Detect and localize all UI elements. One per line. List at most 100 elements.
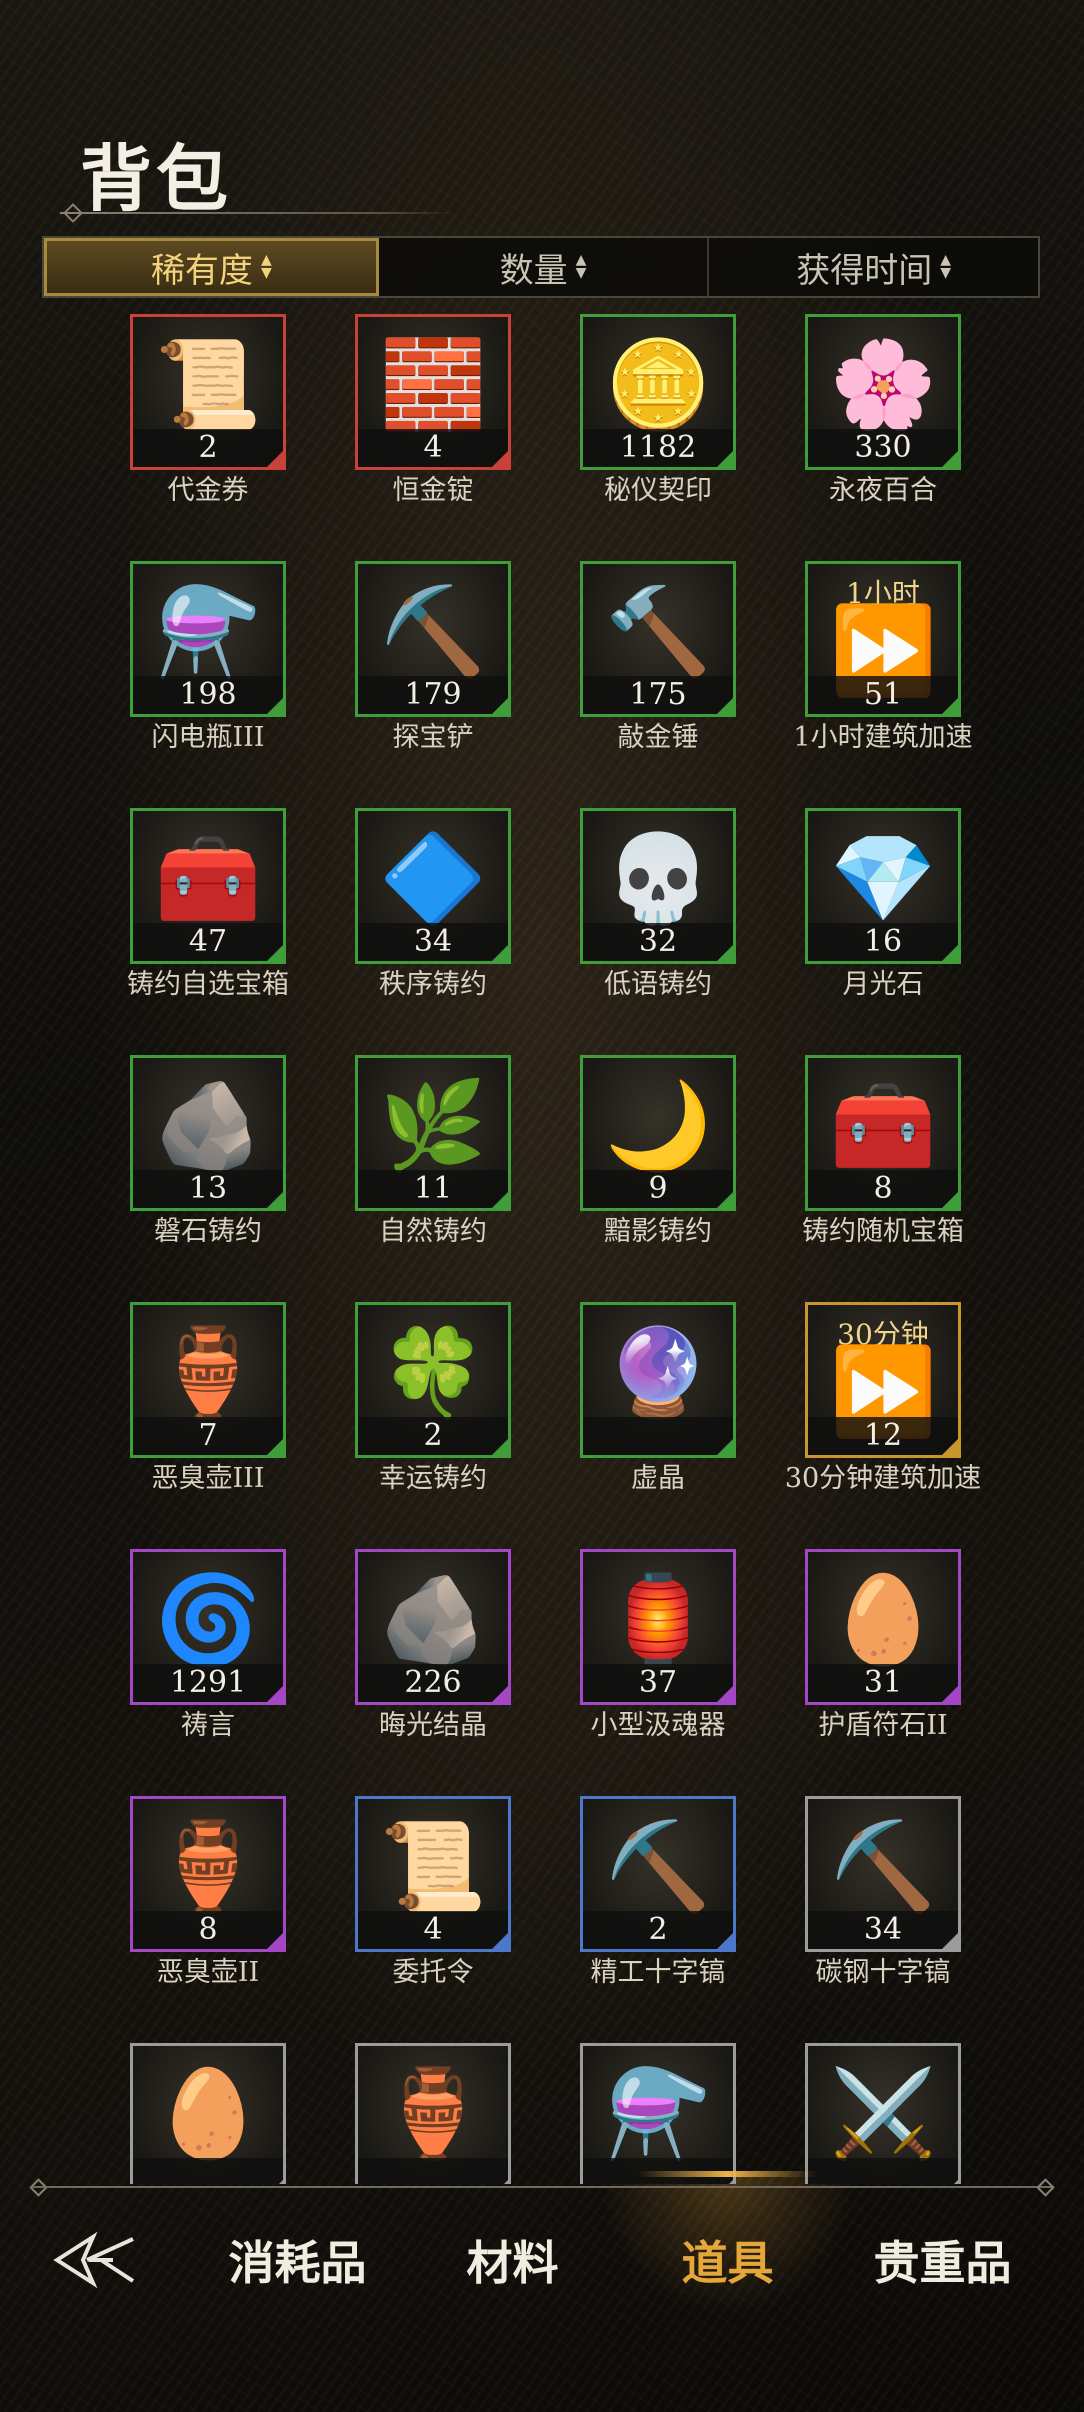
inventory-item[interactable]: 🌀 1291 祷言 bbox=[123, 1549, 293, 1743]
item-frame[interactable]: ⛏️ 34 bbox=[805, 1796, 961, 1952]
item-count: 198 bbox=[179, 677, 237, 712]
inventory-item[interactable]: 🌸 330 永夜百合 bbox=[798, 314, 968, 508]
item-frame[interactable]: 30分钟 ⏩ 12 bbox=[805, 1302, 961, 1458]
inventory-item[interactable]: 🪙 1182 秘仪契印 bbox=[573, 314, 743, 508]
inventory-item[interactable]: 1小时 ⏩ 51 1小时建筑加速 bbox=[793, 561, 973, 755]
inventory-item[interactable]: 🧰 47 铸约自选宝箱 bbox=[123, 808, 293, 1002]
item-frame[interactable]: ⛏️ 179 bbox=[355, 561, 511, 717]
item-frame[interactable]: 🌀 1291 bbox=[130, 1549, 286, 1705]
rarity-corner bbox=[267, 698, 283, 714]
item-name: 精工十字镐 bbox=[590, 1957, 726, 1988]
rarity-corner bbox=[717, 1439, 733, 1455]
item-frame[interactable]: 🌸 330 bbox=[805, 314, 961, 470]
item-frame[interactable]: ⛏️ 2 bbox=[580, 1796, 736, 1952]
item-frame[interactable]: 🌿 11 bbox=[355, 1055, 511, 1211]
page-title: 背包 bbox=[80, 136, 233, 221]
tab-materials[interactable]: 材料 bbox=[405, 2227, 620, 2293]
item-frame[interactable]: ⚔️ bbox=[805, 2043, 961, 2184]
sort-by-quantity-tab[interactable]: 数量 ▲ ▼ bbox=[379, 238, 710, 296]
item-frame[interactable]: 🔷 34 bbox=[355, 808, 511, 964]
bottom-nav: 消耗品 材料 道具 贵重品 bbox=[0, 2171, 1084, 2330]
item-frame[interactable]: 🧰 47 bbox=[130, 808, 286, 964]
inventory-item[interactable]: 📜 2 代金券 bbox=[123, 314, 293, 508]
item-count: 51 bbox=[863, 677, 903, 712]
inventory-item[interactable]: 🍀 2 幸运铸约 bbox=[348, 1302, 518, 1496]
rarity-corner bbox=[942, 2180, 958, 2184]
item-frame[interactable]: 1小时 ⏩ 51 bbox=[805, 561, 961, 717]
item-frame[interactable]: 🏺 bbox=[355, 2043, 511, 2184]
item-frame[interactable]: 🔮 bbox=[580, 1302, 736, 1458]
inventory-item[interactable]: 💀 32 低语铸约 bbox=[573, 808, 743, 1002]
nav-divider bbox=[30, 2186, 1054, 2188]
item-icon: 🍀 bbox=[379, 1322, 487, 1423]
inventory-item[interactable]: 🏮 37 小型汲魂器 bbox=[573, 1549, 743, 1743]
inventory-item[interactable]: 🌙 9 黯影铸约 bbox=[573, 1055, 743, 1249]
tab-consumables[interactable]: 消耗品 bbox=[190, 2227, 405, 2293]
inventory-item[interactable]: 🌿 11 自然铸约 bbox=[348, 1055, 518, 1249]
inventory-item[interactable]: 🧰 8 铸约随机宝箱 bbox=[798, 1055, 968, 1249]
item-count: 1291 bbox=[169, 1665, 247, 1700]
item-count: 9 bbox=[648, 1171, 668, 1206]
item-frame[interactable]: 🌙 9 bbox=[580, 1055, 736, 1211]
item-name: 月光石 bbox=[842, 969, 924, 1000]
item-frame[interactable]: 🪨 226 bbox=[355, 1549, 511, 1705]
inventory-item[interactable]: ⚔️ bbox=[798, 2043, 968, 2184]
item-frame[interactable]: ⚗️ 198 bbox=[130, 561, 286, 717]
inventory-item[interactable]: 🥚 bbox=[123, 2043, 293, 2184]
item-icon: ⛏️ bbox=[379, 581, 487, 682]
sort-by-acquired-time-tab[interactable]: 获得时间 ▲ ▼ bbox=[709, 238, 1038, 296]
inventory-item[interactable]: ⛏️ 2 精工十字镐 bbox=[573, 1796, 743, 1990]
inventory-item[interactable]: 📜 4 委托令 bbox=[348, 1796, 518, 1990]
item-frame[interactable]: 💀 32 bbox=[580, 808, 736, 964]
item-frame[interactable]: 📜 4 bbox=[355, 1796, 511, 1952]
inventory-item[interactable]: 🏺 bbox=[348, 2043, 518, 2184]
item-icon: 📜 bbox=[379, 1816, 487, 1917]
item-frame[interactable]: 🏮 37 bbox=[580, 1549, 736, 1705]
item-icon: 🧰 bbox=[829, 1075, 937, 1176]
item-frame[interactable]: 🥚 31 bbox=[805, 1549, 961, 1705]
inventory-item[interactable]: 🔷 34 秩序铸约 bbox=[348, 808, 518, 1002]
sort-arrows-icon: ▲ ▼ bbox=[260, 252, 272, 281]
inventory-item[interactable]: 🏺 8 恶臭壶II bbox=[123, 1796, 293, 1990]
rarity-corner bbox=[492, 1686, 508, 1702]
item-icon: 🔮 bbox=[604, 1322, 712, 1423]
tab-items[interactable]: 道具 bbox=[600, 2171, 855, 2317]
inventory-item[interactable]: ⛏️ 179 探宝铲 bbox=[348, 561, 518, 755]
item-frame[interactable]: 🥚 bbox=[130, 2043, 286, 2184]
inventory-item[interactable]: 🔮 虚晶 bbox=[573, 1302, 743, 1496]
item-frame[interactable]: 💎 16 bbox=[805, 808, 961, 964]
inventory-item[interactable]: 🥚 31 护盾符石II bbox=[798, 1549, 968, 1743]
inventory-item[interactable]: 🔨 175 敲金锤 bbox=[573, 561, 743, 755]
item-frame[interactable]: 🏺 8 bbox=[130, 1796, 286, 1952]
inventory-item[interactable]: 🪨 13 磐石铸约 bbox=[123, 1055, 293, 1249]
back-emblem-icon[interactable] bbox=[0, 2229, 190, 2291]
item-name: 恶臭壶II bbox=[156, 1957, 260, 1988]
inventory-item[interactable]: ⚗️ 198 闪电瓶III bbox=[123, 561, 293, 755]
rarity-corner bbox=[717, 1686, 733, 1702]
item-frame[interactable]: 🧰 8 bbox=[805, 1055, 961, 1211]
item-count: 13 bbox=[188, 1171, 228, 1206]
inventory-item[interactable]: 💎 16 月光石 bbox=[798, 808, 968, 1002]
rarity-corner bbox=[717, 698, 733, 714]
inventory-item[interactable]: 🏺 7 恶臭壶III bbox=[123, 1302, 293, 1496]
inventory-item[interactable]: 🧱 4 恒金锭 bbox=[348, 314, 518, 508]
item-frame[interactable]: 🪙 1182 bbox=[580, 314, 736, 470]
tab-valuables[interactable]: 贵重品 bbox=[835, 2227, 1050, 2293]
item-name: 护盾符石II bbox=[818, 1710, 948, 1741]
item-frame[interactable]: 📜 2 bbox=[130, 314, 286, 470]
item-frame[interactable]: 🍀 2 bbox=[355, 1302, 511, 1458]
inventory-item[interactable]: ⚗️ bbox=[573, 2043, 743, 2184]
rarity-corner bbox=[267, 2180, 283, 2184]
item-frame[interactable]: 🧱 4 bbox=[355, 314, 511, 470]
item-count: 7 bbox=[198, 1418, 218, 1453]
inventory-item[interactable]: ⛏️ 34 碳钢十字镐 bbox=[798, 1796, 968, 1990]
sort-by-rarity-tab[interactable]: 稀有度 ▲ ▼ bbox=[44, 238, 379, 296]
rarity-corner bbox=[492, 698, 508, 714]
item-frame[interactable]: 🔨 175 bbox=[580, 561, 736, 717]
item-frame[interactable]: ⚗️ bbox=[580, 2043, 736, 2184]
item-frame[interactable]: 🪨 13 bbox=[130, 1055, 286, 1211]
inventory-item[interactable]: 30分钟 ⏩ 12 30分钟建筑加速 bbox=[785, 1302, 981, 1496]
item-frame[interactable]: 🏺 7 bbox=[130, 1302, 286, 1458]
item-count: 34 bbox=[413, 924, 453, 959]
inventory-item[interactable]: 🪨 226 晦光结晶 bbox=[348, 1549, 518, 1743]
